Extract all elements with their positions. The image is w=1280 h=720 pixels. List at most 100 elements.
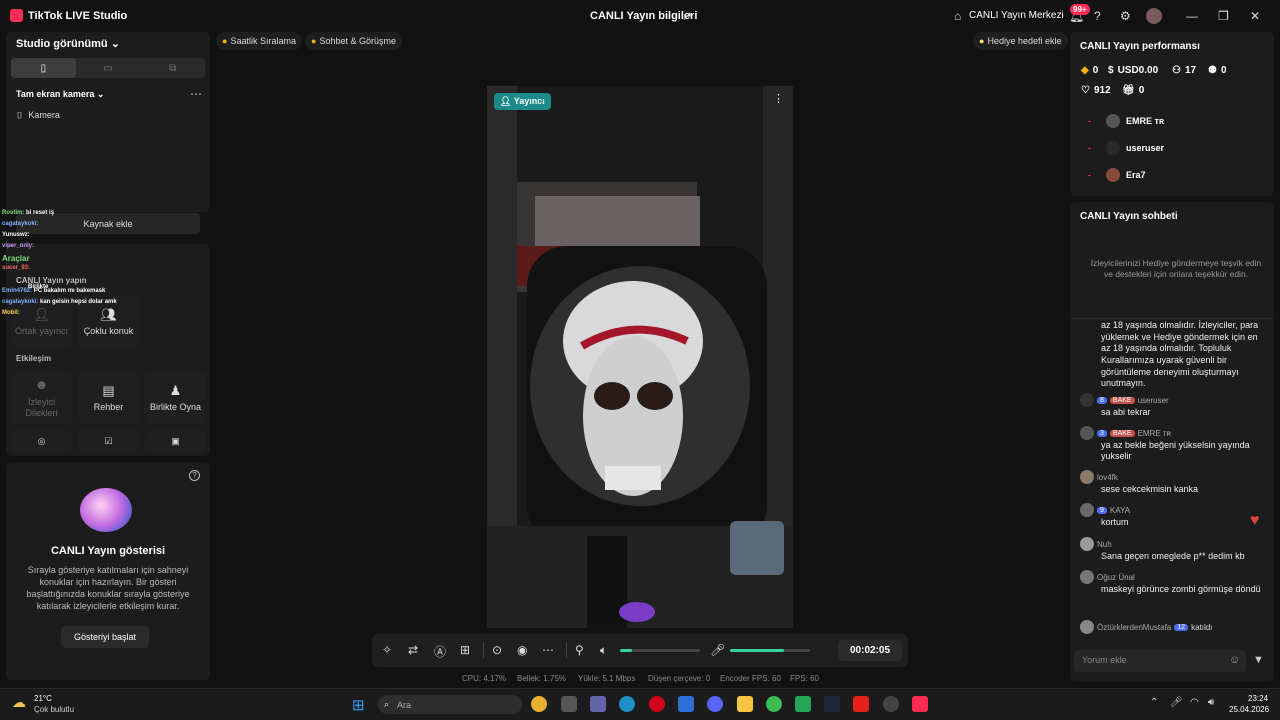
help-icon[interactable]: ? (1094, 9, 1101, 23)
mic-level-slider[interactable] (730, 649, 810, 652)
disco-ball-icon (80, 488, 132, 532)
chat-message[interactable]: Oğuz Ünal maskeyi görünce zombi görmüşe … (1080, 570, 1270, 595)
ai-icon[interactable]: Ⓐ (434, 643, 446, 660)
overlay-line: CANLI Yayın yapın (16, 276, 87, 285)
folder-icon[interactable] (737, 696, 753, 712)
magic-wand-icon[interactable]: ✧ (382, 643, 392, 657)
comment-input[interactable]: Yorum ekle (1074, 650, 1246, 672)
app-icon[interactable] (795, 696, 811, 712)
teams-icon[interactable] (590, 696, 606, 712)
mail-icon[interactable] (678, 696, 694, 712)
level-badge: 12 (1174, 623, 1189, 631)
minimize-icon[interactable]: — (1186, 9, 1198, 23)
join-message: ÖztürklerdenMustafa 12 katıldı (1080, 620, 1270, 634)
show-description: Sırayla gösteriye katılmaları için sahne… (26, 565, 190, 612)
chat-message[interactable]: lov4fk sese cekcekmisin kanka (1080, 470, 1270, 495)
tiktok-icon[interactable] (912, 696, 928, 712)
volume-icon[interactable]: 🔊︎ (1208, 697, 1214, 708)
opera-icon[interactable] (649, 696, 665, 712)
chat-message[interactable]: Nuh Sana geçen omeglede p** dedim kb (1080, 537, 1270, 562)
more-vertical-icon[interactable]: ⋮ (773, 92, 784, 105)
landscape-layout-icon[interactable]: ▭ (76, 58, 141, 78)
microphone-icon[interactable]: 🎤︎ (710, 643, 725, 657)
person-icon: 👤︎ (500, 96, 514, 106)
avatar (1080, 537, 1094, 551)
translate-icon[interactable]: ⇄ (408, 643, 418, 657)
chat-meet-chip[interactable]: ● Sohbet & Görüşme (305, 32, 402, 50)
level-badge: 9 (1097, 506, 1107, 514)
chat-message[interactable]: 9 KAYA kortum (1080, 503, 1270, 528)
viewer-wishes-button[interactable]: ☻ İzleyici Dilekleri (11, 372, 72, 424)
app-icon[interactable] (561, 696, 577, 712)
camera-source[interactable]: ⌷ Kamera (17, 110, 60, 121)
dual-layout-icon[interactable]: ⧉ (140, 58, 205, 78)
share-icon[interactable]: ↗ (682, 9, 692, 23)
settings-sliders-icon[interactable]: ⚲ (575, 643, 584, 657)
checklist-icon[interactable]: ☑ (78, 430, 139, 452)
close-icon[interactable]: ✕ (1250, 9, 1260, 23)
avatar (1080, 426, 1094, 440)
more-icon[interactable]: ⋯ (542, 643, 554, 657)
windows-start-icon[interactable]: ⊞ (352, 696, 365, 714)
start-show-button[interactable]: Gösteriyi başlat (61, 626, 149, 648)
taskbar-search[interactable]: ⌕ Ara (378, 695, 522, 714)
avatar (1080, 393, 1094, 407)
more-icon[interactable]: ⋯ (190, 87, 202, 101)
gifts-stat: 🎁︎ 0 (1122, 85, 1145, 96)
microphone-icon[interactable]: 🎤︎ (1170, 697, 1183, 708)
top-viewer-item[interactable]: - EMRE ᴛʀ (1088, 114, 1164, 128)
top-viewer-item[interactable]: - useruser (1088, 141, 1164, 155)
live-center-link[interactable]: CANLI Yayın Merkezi (969, 10, 1064, 21)
chat-message[interactable]: 3 BAKE EMRE ᴛʀ ya az bekle beğeni yükselsi… (1080, 426, 1270, 463)
target-icon[interactable]: ◎ (11, 430, 72, 452)
viewer-wishes-icon: ☻ (34, 377, 49, 393)
box-icon[interactable]: ▣ (145, 430, 206, 452)
wifi-icon[interactable]: ◠ (1190, 697, 1199, 708)
avatar (1080, 570, 1094, 584)
capture-icon[interactable]: ◉ (517, 643, 527, 657)
record-icon[interactable]: ⊙ (492, 643, 502, 657)
studio-view-title[interactable]: Studio görünümü (16, 38, 108, 50)
heart-icon: ♡ (1081, 85, 1090, 96)
temperature: 21°C (34, 694, 52, 703)
camera-feed (487, 86, 793, 628)
home-icon[interactable]: ⌂ (954, 9, 961, 23)
speaker-icon[interactable]: 🔈︎ (600, 643, 607, 658)
scene-name[interactable]: Tam ekran kamera (16, 89, 94, 99)
likes-stat: ♡ 912 (1081, 85, 1111, 96)
windows-taskbar (0, 688, 1280, 720)
filter-icon[interactable]: ▼ (1253, 654, 1264, 666)
play-together-icon: ♟ (169, 382, 182, 398)
chat-message[interactable]: 8 BAKE useruser sa abi tekrar (1080, 393, 1270, 418)
volume-slider[interactable] (620, 649, 700, 652)
chevron-up-icon[interactable]: ⌃ (1150, 697, 1158, 708)
play-together-button[interactable]: ♟ Birlikte Oyna (145, 372, 206, 424)
portrait-layout-icon[interactable]: ▯ (11, 58, 76, 78)
top-viewer-item[interactable]: - Era7 (1088, 168, 1146, 182)
gear-icon[interactable]: ⚙ (1120, 9, 1131, 23)
youtube-icon[interactable] (853, 696, 869, 712)
interaction-row: ☻ İzleyici Dilekleri ▤ Rehber ♟ Birlikte… (11, 372, 206, 424)
live-preview[interactable]: 👤︎ Yayıncı ⋮ (487, 86, 793, 628)
emoji-icon[interactable]: ☺ (1229, 654, 1240, 666)
maximize-icon[interactable]: ❐ (1218, 9, 1229, 23)
chat-overlay-widget[interactable]: Rostim: bi reset iş cagataykoki: Yunuswz… (0, 206, 140, 320)
show-title: CANLI Yayın gösterisi (50, 545, 166, 557)
steam-icon[interactable] (824, 696, 840, 712)
help-icon[interactable]: ? (189, 470, 200, 481)
chrome-icon[interactable] (766, 696, 782, 712)
hourly-rank-chip[interactable]: ● Saatlik Sıralama (216, 32, 302, 50)
level-badge: 8 (1097, 396, 1107, 404)
overlay-line: cagataykoki: kan geisin hepsi dolar amk (2, 299, 117, 305)
chevron-down-icon[interactable]: ⌄ (111, 38, 120, 50)
edge-icon[interactable] (619, 696, 635, 712)
chrome-icon[interactable] (531, 696, 547, 712)
discord-icon[interactable] (707, 696, 723, 712)
app-icon[interactable] (883, 696, 899, 712)
gift-goal-chip[interactable]: ● Hediye hedefi ekle (973, 32, 1068, 50)
host-label: 👤︎ Yayıncı (494, 93, 551, 110)
screen-add-icon[interactable]: ⊞ (460, 643, 470, 657)
avatar[interactable] (1146, 8, 1162, 24)
guide-button[interactable]: ▤ Rehber (78, 372, 139, 424)
chevron-down-icon[interactable]: ⌄ (97, 89, 105, 99)
